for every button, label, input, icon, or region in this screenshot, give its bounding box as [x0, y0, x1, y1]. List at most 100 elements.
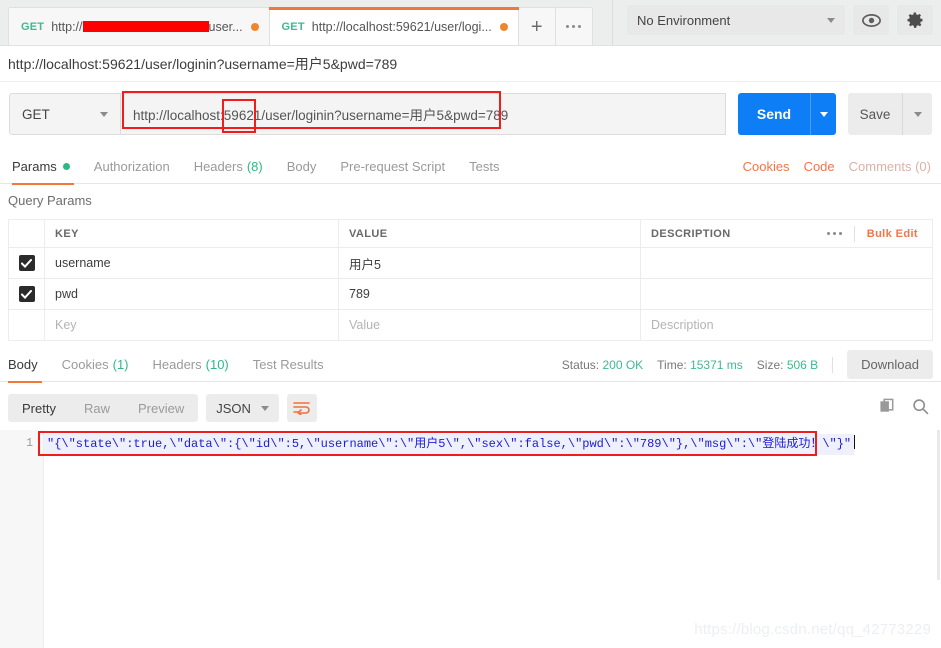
row-value-placeholder[interactable]: Value — [339, 310, 641, 340]
tab-pre-request-script-label: Pre-request Script — [340, 159, 446, 174]
row-checkbox-cell — [9, 248, 45, 278]
row-checkbox-cell — [9, 279, 45, 309]
row-description[interactable] — [641, 279, 932, 309]
row-key-placeholder[interactable]: Key — [45, 310, 339, 340]
response-metrics: Status: 200 OK Time: 15371 ms Size: 506 … — [562, 350, 941, 379]
row-key[interactable]: pwd — [45, 279, 339, 309]
comments-link[interactable]: Comments (0) — [849, 159, 931, 174]
response-tab-cookies[interactable]: Cookies (1) — [50, 348, 141, 382]
copy-icon — [880, 398, 894, 412]
tab-params-label: Params — [12, 159, 57, 174]
environment-quick-look-button[interactable] — [853, 5, 889, 35]
tab-method-label: GET — [21, 20, 45, 33]
header-cell-description-label: DESCRIPTION — [651, 227, 731, 240]
response-format-label: JSON — [216, 400, 251, 416]
row-description-placeholder[interactable]: Description — [641, 310, 932, 340]
send-options-button[interactable] — [810, 93, 836, 135]
redacted-url-block — [82, 20, 209, 32]
word-wrap-button[interactable] — [286, 394, 317, 422]
send-button[interactable]: Send — [738, 93, 810, 135]
watermark: https://blog.csdn.net/qq_42773229 — [694, 621, 931, 638]
tab-tests[interactable]: Tests — [457, 150, 511, 184]
ellipsis-icon — [566, 25, 582, 28]
view-raw[interactable]: Raw — [70, 394, 124, 422]
response-tab-test-results[interactable]: Test Results — [241, 348, 336, 382]
tab-pre-request-script[interactable]: Pre-request Script — [328, 150, 457, 184]
environment-controls: No Environment — [612, 0, 941, 45]
code-link[interactable]: Code — [804, 159, 835, 174]
tab-headers[interactable]: Headers (8) — [182, 150, 275, 184]
table-header-row: KEY VALUE DESCRIPTION Bulk Edit — [8, 219, 933, 248]
search-response-button[interactable] — [912, 398, 929, 418]
tab-body[interactable]: Body — [275, 150, 329, 184]
row-value[interactable]: 789 — [339, 279, 641, 309]
size-value: 506 B — [786, 357, 819, 372]
request-tab-1[interactable]: GET http://user... — [8, 7, 270, 45]
cookies-link[interactable]: Cookies — [743, 159, 790, 174]
word-wrap-icon — [293, 402, 311, 415]
view-preview[interactable]: Preview — [124, 394, 198, 422]
plus-icon: + — [530, 15, 543, 38]
gear-icon — [907, 12, 923, 28]
tab-title: http://localhost:59621/user/logi... — [311, 19, 492, 34]
tab-authorization-label: Authorization — [93, 159, 170, 174]
tab-bar: GET http://user... GET http://localhost:… — [0, 0, 941, 46]
row-value[interactable]: 用户5 — [339, 248, 641, 278]
tab-body-label: Body — [286, 159, 317, 174]
check-icon — [21, 258, 32, 268]
table-row: username 用户5 — [8, 248, 933, 279]
tab-tests-label: Tests — [469, 159, 500, 174]
divider — [853, 225, 855, 242]
header-cell-value: VALUE — [339, 220, 641, 247]
response-tab-cookies-label: Cookies — [61, 357, 109, 372]
http-method-select[interactable]: GET — [9, 93, 121, 135]
tab-authorization[interactable]: Authorization — [82, 150, 182, 184]
tab-headers-count: (8) — [246, 159, 263, 174]
response-scrollbar[interactable] — [935, 430, 941, 648]
request-url-heading-text: http://localhost:59621/user/loginin?user… — [8, 55, 398, 72]
query-params-table: KEY VALUE DESCRIPTION Bulk Edit username… — [8, 219, 933, 341]
url-input-value: http://localhost:59621/user/loginin?user… — [133, 108, 509, 123]
chevron-down-icon — [260, 405, 269, 411]
response-format-select[interactable]: JSON — [206, 394, 279, 422]
response-tab-headers[interactable]: Headers (10) — [141, 348, 241, 382]
response-body-code[interactable]: "{\"state\":true,\"data\":{\"id\":5,\"us… — [44, 430, 941, 648]
row-description[interactable] — [641, 248, 932, 278]
header-cell-description: DESCRIPTION Bulk Edit — [641, 220, 932, 247]
divider — [832, 356, 834, 373]
tab-options-button[interactable] — [554, 7, 593, 45]
save-button[interactable]: Save — [848, 93, 902, 135]
chevron-down-icon — [100, 111, 108, 117]
save-options-button[interactable] — [902, 93, 932, 135]
tab-title: http://user... — [51, 19, 243, 34]
row-checkbox[interactable] — [18, 255, 35, 271]
unsaved-indicator-dot[interactable] — [250, 22, 259, 31]
table-options-icon[interactable] — [826, 232, 842, 235]
settings-button[interactable] — [897, 5, 933, 35]
table-row-empty: Key Value Description — [8, 310, 933, 341]
url-input[interactable]: http://localhost:59621/user/loginin?user… — [121, 93, 726, 135]
response-toolbar-right — [879, 398, 941, 418]
copy-response-button[interactable] — [879, 398, 896, 418]
row-key[interactable]: username — [45, 248, 339, 278]
view-pretty[interactable]: Pretty — [8, 394, 70, 422]
bulk-edit-link[interactable]: Bulk Edit — [867, 228, 918, 240]
eye-icon — [861, 13, 881, 27]
new-tab-button[interactable]: + — [517, 7, 556, 45]
request-tabs: Params Authorization Headers (8) Body Pr… — [0, 150, 941, 185]
download-button[interactable]: Download — [847, 350, 933, 379]
request-builder-row: GET http://localhost:59621/user/loginin?… — [0, 86, 941, 142]
params-modified-dot — [62, 163, 70, 170]
response-tab-body[interactable]: Body — [4, 348, 50, 383]
environment-select[interactable]: No Environment — [627, 5, 845, 35]
response-view-switch: Pretty Raw Preview — [8, 394, 199, 422]
time-value: 15371 ms — [690, 357, 743, 372]
response-tab-cookies-count: (1) — [112, 357, 129, 372]
request-tab-2[interactable]: GET http://localhost:59621/user/logi... — [268, 7, 519, 45]
row-checkbox[interactable] — [18, 286, 35, 302]
line-number-gutter: 1 — [0, 430, 44, 648]
time-metric: Time: 15371 ms — [657, 357, 743, 372]
tab-params[interactable]: Params — [8, 150, 82, 185]
unsaved-indicator-dot[interactable] — [499, 22, 508, 31]
tab-headers-label: Headers — [193, 159, 243, 174]
